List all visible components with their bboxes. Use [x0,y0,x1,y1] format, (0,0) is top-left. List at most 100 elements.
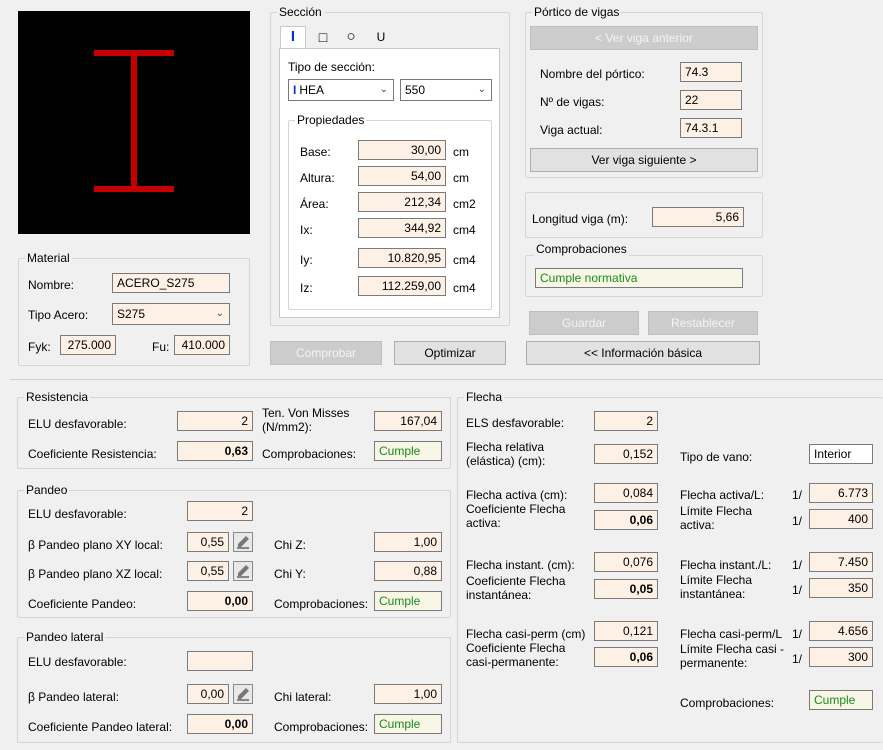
prev-viga-button[interactable]: < Ver viga anterior [530,26,758,50]
prop-area-unit: cm2 [453,197,476,211]
pl-comp-field: Cumple [374,714,442,734]
chi-y-field[interactable]: 0,88 [374,561,442,581]
pan-bxy-field[interactable]: 0,55 [187,532,229,552]
viga-actual-field[interactable]: 74.3.1 [680,118,742,138]
von-misses-field[interactable]: 167,04 [374,411,442,431]
res-elu-field[interactable]: 2 [177,411,253,431]
chevron-down-icon: ⌄ [215,308,224,319]
prop-base-unit: cm [453,145,469,159]
pl-beta-label: β Pandeo lateral: [28,690,119,704]
comprobaciones-field: Cumple normativa [535,268,743,288]
i-beam-drawing [94,50,174,192]
tipo-acero-select[interactable]: S275 ⌄ [112,303,230,325]
flecha-rel-label: Flecha relativa (elástica) (cm): [466,440,546,468]
res-elu-label: ELU desfavorable: [28,417,127,431]
chi-lateral-field[interactable]: 1,00 [374,684,442,704]
pandeo-title: Pandeo [24,483,70,497]
seccion-title: Sección [277,5,324,19]
tipo-vano-field[interactable]: Interior [809,444,873,464]
coef-casi-field[interactable]: 0,06 [594,647,658,667]
pl-beta-field[interactable]: 0,00 [187,684,229,704]
fyk-label: Fyk: [28,340,51,354]
ratio-prefix: 1/ [792,652,803,666]
lim-casi-field[interactable]: 300 [809,647,873,667]
size-select[interactable]: 550 ⌄ [400,79,492,101]
tab-i-section[interactable]: I [280,26,306,48]
propiedades-title: Propiedades [295,113,367,127]
flecha-activa-label: Flecha activa (cm): [466,488,568,502]
flecha-activa-field[interactable]: 0,084 [594,483,658,503]
coef-activa-label: Coeficiente Flecha activa: [466,502,566,530]
edit-pencil-icon[interactable] [233,532,253,552]
chi-z-field[interactable]: 1,00 [374,532,442,552]
pan-elu-field[interactable]: 2 [187,501,253,521]
flecha-inst-l-label: Flecha instant./L: [680,558,772,572]
flecha-casi-l-field[interactable]: 4.656 [809,621,873,641]
fyk-field[interactable]: 275.000 [60,335,116,355]
longitud-label: Longitud viga (m): [532,212,629,226]
lim-casi-label: Límite Flecha casi -permanente: [680,642,785,670]
flecha-title: Flecha [464,390,505,404]
pan-coef-field[interactable]: 0,00 [187,591,253,611]
prop-altura-field[interactable]: 54,00 [358,166,446,186]
chi-z-label: Chi Z: [274,538,307,552]
tipo-seccion-select[interactable]: I HEA ⌄ [288,79,394,101]
edit-pencil-icon[interactable] [233,561,253,581]
portico-title: Pórtico de vigas [532,5,622,19]
tab-u-section[interactable]: U [370,28,392,48]
fu-field[interactable]: 410.000 [174,335,230,355]
ratio-prefix: 1/ [792,488,803,502]
res-coef-field[interactable]: 0,63 [177,441,253,461]
flecha-inst-l-field[interactable]: 7.450 [809,552,873,572]
tab-rect-section[interactable]: □ [312,28,334,48]
coef-activa-field[interactable]: 0,06 [594,510,658,530]
tipo-seccion-label: Tipo de sección: [288,60,375,74]
pan-comp-field: Cumple [374,591,442,611]
comprobar-button[interactable]: Comprobar [270,341,382,365]
prop-ix-field[interactable]: 344,92 [358,218,446,238]
flecha-comp-label: Comprobaciones: [680,696,775,710]
flecha-rel-field[interactable]: 0,152 [594,444,658,464]
prop-area-label: Área: [300,197,329,211]
material-nombre-field[interactable]: ACERO_S275 [112,273,230,293]
portico-nombre-field[interactable]: 74.3 [680,62,742,82]
next-viga-button[interactable]: Ver viga siguiente > [530,148,758,172]
res-comp-label: Comprobaciones: [262,447,357,461]
lim-inst-label: Límite Flecha instantánea: [680,573,753,601]
guardar-button[interactable]: Guardar [529,311,639,335]
prop-iz-label: Iz: [300,281,313,295]
lim-inst-field[interactable]: 350 [809,578,873,598]
comprobaciones-title: Comprobaciones [534,242,629,256]
ratio-prefix: 1/ [792,514,803,528]
restablecer-button[interactable]: Restablecer [648,311,758,335]
resistencia-title: Resistencia [24,390,91,404]
prop-iz-field[interactable]: 112.259,00 [358,276,446,296]
prop-iy-label: Iy: [300,253,313,267]
edit-pencil-icon[interactable] [233,684,253,704]
info-basica-button[interactable]: << Información básica [526,341,760,365]
nvigas-field[interactable]: 22 [680,90,742,110]
pl-elu-field[interactable] [187,651,253,671]
flecha-inst-field[interactable]: 0,076 [594,552,658,572]
i-beam-icon: I [293,83,297,97]
pl-coef-field[interactable]: 0,00 [187,714,253,734]
prop-area-field[interactable]: 212,34 [358,192,446,212]
coef-inst-field[interactable]: 0,05 [594,579,658,599]
tab-circle-section[interactable]: ○ [340,28,362,48]
flecha-els-label: ELS desfavorable: [466,416,565,430]
prop-iz-unit: cm4 [453,281,476,295]
size-value: 550 [405,83,426,97]
section-preview [18,11,250,234]
lim-activa-field[interactable]: 400 [809,509,873,529]
pl-elu-label: ELU desfavorable: [28,655,127,669]
prop-base-field[interactable]: 30,00 [358,140,446,160]
ratio-prefix: 1/ [792,627,803,641]
flecha-els-field[interactable]: 2 [594,411,658,431]
prop-iy-field[interactable]: 10.820,95 [358,248,446,268]
flecha-activa-l-field[interactable]: 6.773 [809,483,873,503]
flecha-casi-field[interactable]: 0,121 [594,621,658,641]
pan-bxz-field[interactable]: 0,55 [187,561,229,581]
optimizar-button[interactable]: Optimizar [394,341,506,365]
longitud-field[interactable]: 5,66 [652,207,744,227]
flecha-casi-label: Flecha casi-perm (cm) [466,627,586,641]
